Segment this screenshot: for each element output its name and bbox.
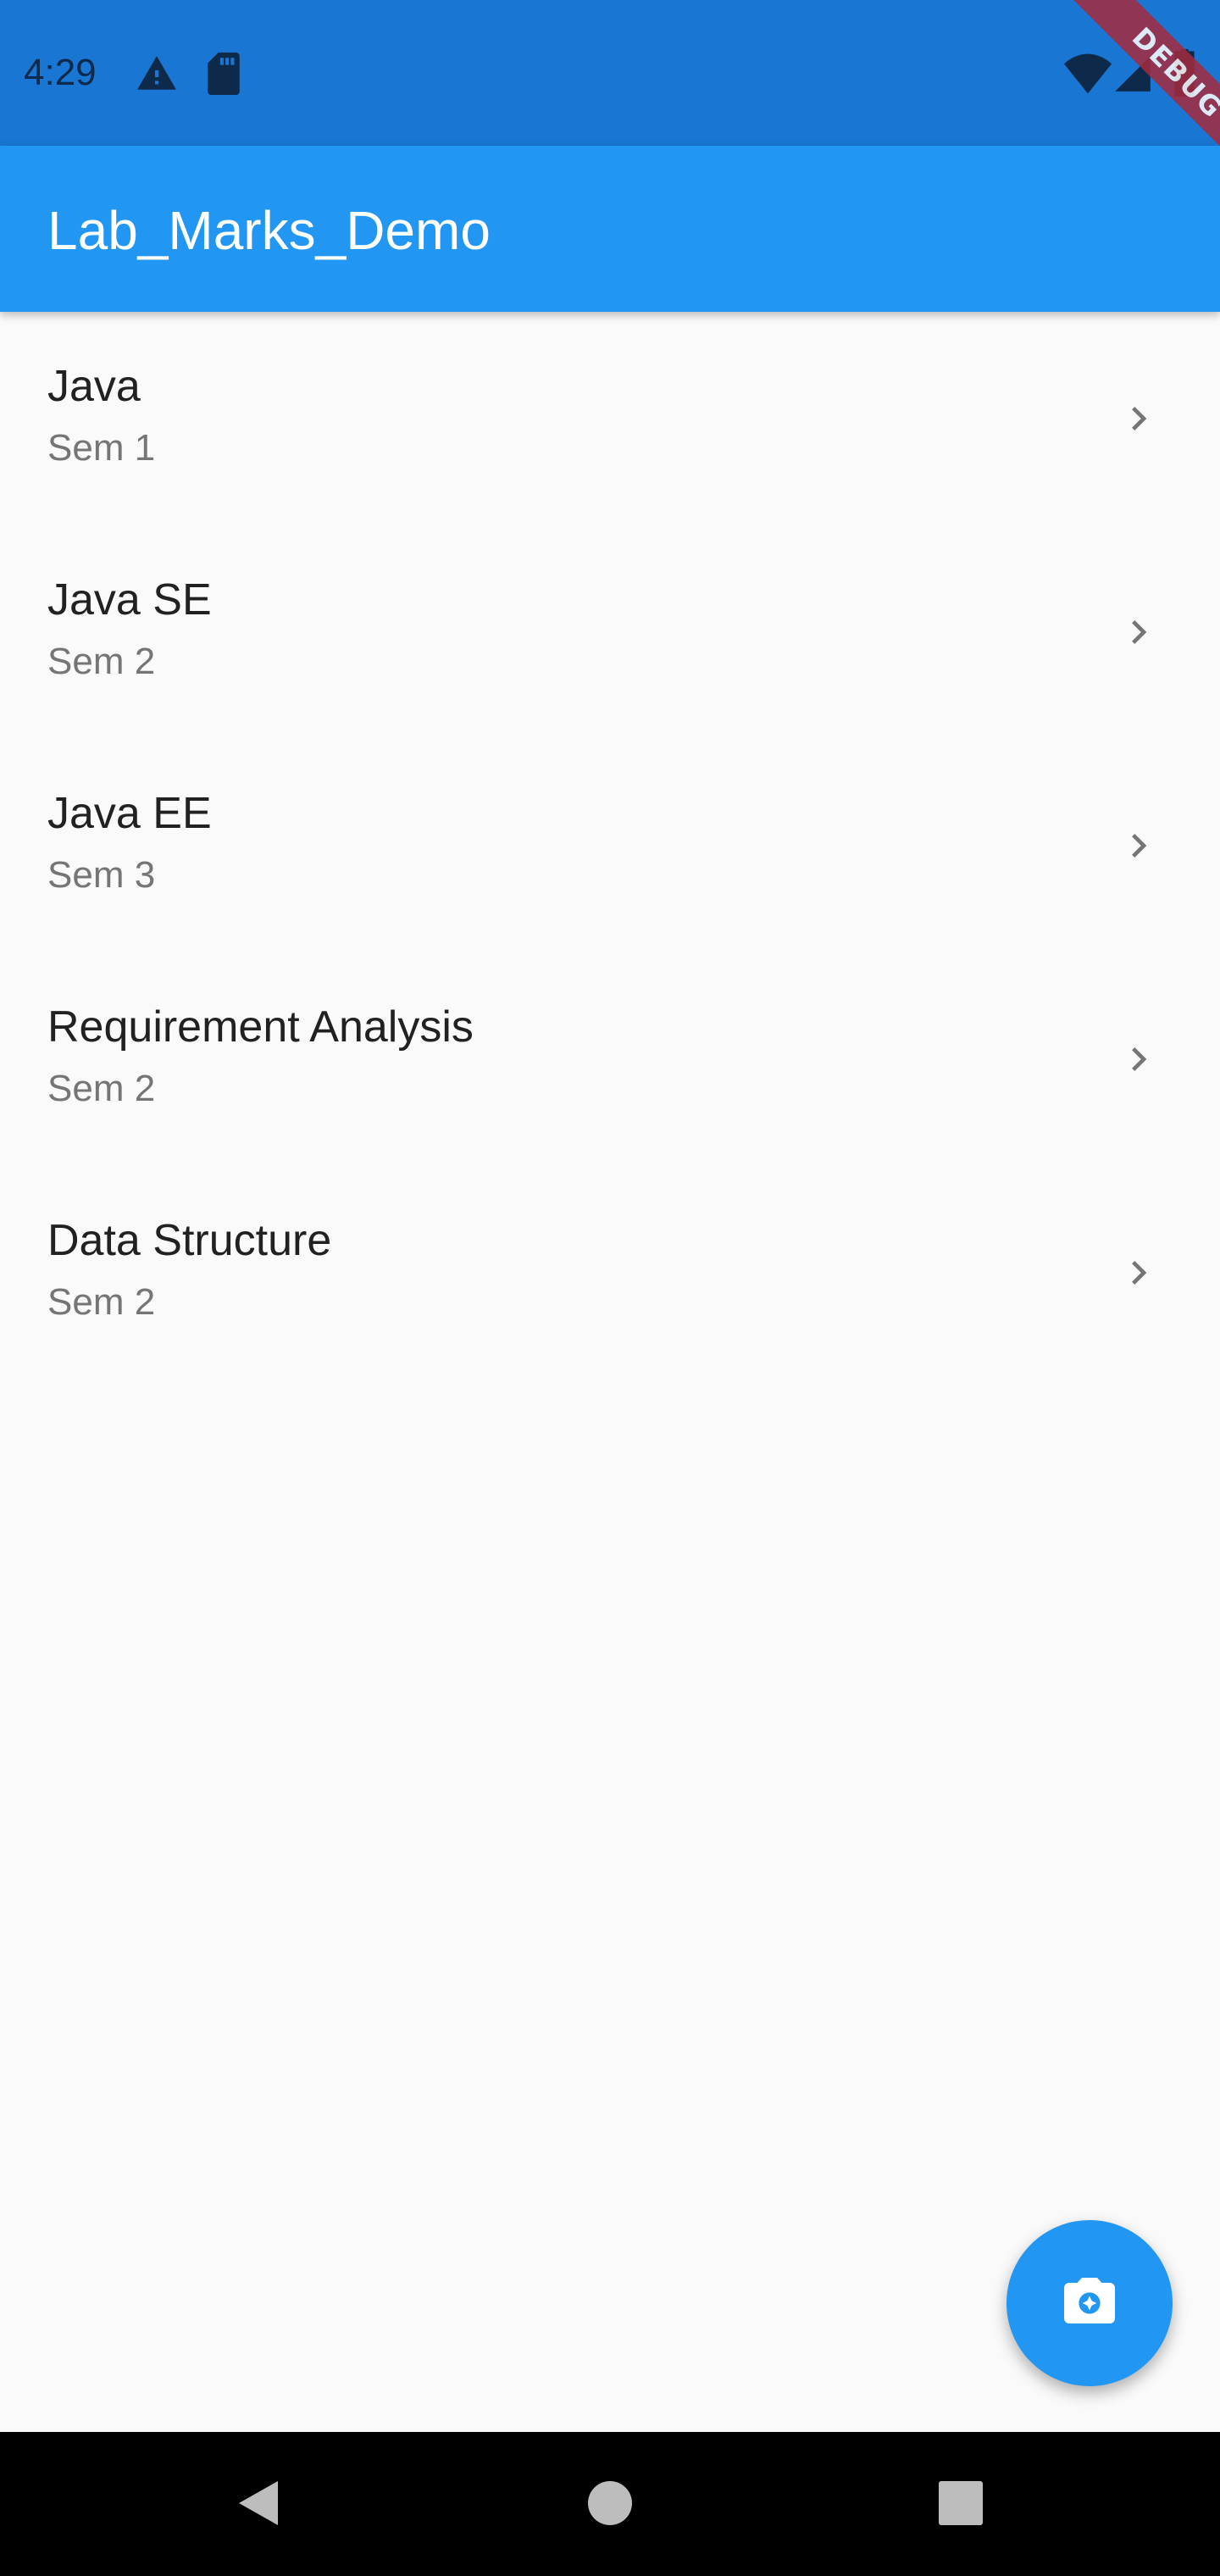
list-item-subtitle: Sem 2 [47,641,156,682]
app-bar: Lab_Marks_Demo [0,146,1220,312]
chevron-right-icon [1132,834,1147,858]
status-time: 4:29 [24,52,97,93]
app-title: Lab_Marks_Demo [47,200,491,261]
home-icon[interactable] [585,2466,635,2540]
navigation-bar [0,2432,1220,2576]
list-item-title: Data Structure [47,1216,332,1265]
list-item-java[interactable]: Java Sem 1 [0,312,1220,525]
status-bar: 4:29 [0,0,1220,146]
warning-icon [137,56,176,90]
list-item-subtitle: Sem 2 [47,1068,156,1109]
list-item-java-se[interactable]: Java SE Sem 2 [0,525,1220,739]
sd-card-icon [208,53,240,95]
back-icon[interactable] [229,2466,283,2540]
chevron-right-icon [1132,1047,1147,1071]
chevron-right-icon [1132,1261,1147,1285]
list-item-title: Java EE [47,789,212,838]
list-item-data-structure[interactable]: Data Structure Sem 2 [0,1166,1220,1380]
list-item-java-ee[interactable]: Java EE Sem 3 [0,739,1220,952]
wifi-icon [1064,53,1112,94]
list-item-subtitle: Sem 2 [47,1281,156,1323]
camera-fab-button[interactable] [1006,2220,1173,2386]
list-item-subtitle: Sem 3 [47,854,156,896]
camera-icon [1064,2278,1115,2323]
chevron-right-icon [1132,620,1147,644]
list-item-requirement-analysis[interactable]: Requirement Analysis Sem 2 [0,952,1220,1166]
recents-icon[interactable] [937,2466,984,2540]
app-screen: 4:29 DEBUG Lab_Marks_Demo Java Sem 1 Jav… [0,0,1220,2576]
list-item-title: Requirement Analysis [47,1002,474,1052]
list-item-title: Java [47,362,141,411]
list-item-title: Java SE [47,575,212,625]
course-list: Java Sem 1 Java SE Sem 2 Java EE Sem 3 R… [0,312,1220,1380]
chevron-right-icon [1132,407,1147,430]
list-item-subtitle: Sem 1 [47,427,156,469]
